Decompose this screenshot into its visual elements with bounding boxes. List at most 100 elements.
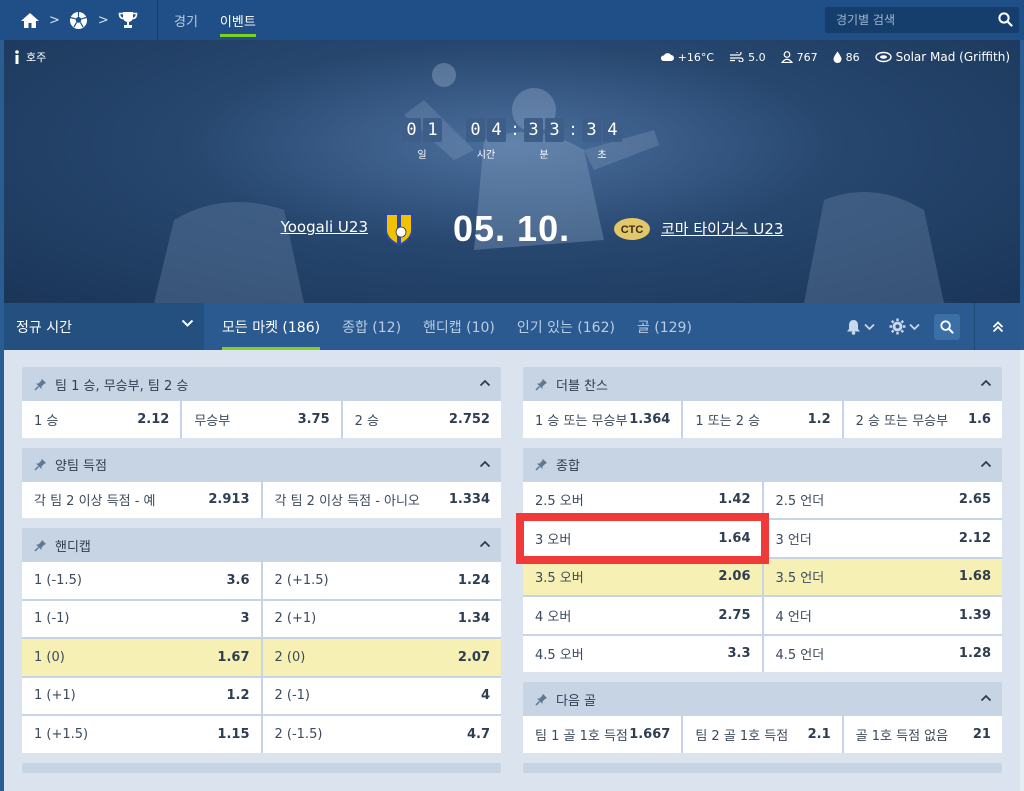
scrollbar[interactable]	[1020, 350, 1024, 791]
notifications-dropdown[interactable]	[846, 319, 875, 335]
market-header[interactable]: 양팀 득점	[22, 448, 501, 482]
odds-value: 4.7	[466, 726, 490, 742]
market-header[interactable]: 종합	[523, 448, 1002, 482]
home-icon[interactable]	[20, 10, 40, 30]
market-header[interactable]: 다음 골	[523, 682, 1002, 716]
collapse-all-button[interactable]	[974, 303, 1020, 350]
odds-button[interactable]: 1 (+1) 1.2	[22, 677, 261, 714]
market-header[interactable]: 더블 찬스	[523, 367, 1002, 401]
odds-button[interactable]: 1 승 또는 무승부 1.364	[523, 401, 682, 438]
odds-button[interactable]: 2.5 오버 1.42	[523, 481, 762, 518]
odds-button[interactable]: 2 (0) 2.07	[262, 639, 501, 676]
odds-button[interactable]: 팀 1 골 1호 득점 1.667	[523, 716, 682, 753]
countdown-separator: :	[511, 119, 519, 140]
countdown-label: 초	[597, 150, 607, 161]
countdown-digit: 0	[402, 118, 421, 142]
market-group: 핸디캡 1 (-1.5) 3.6 2 (+1.5) 1.24 1 (-1) 3 2 (+1) 1…	[22, 528, 501, 753]
top-navigation-bar: > > 경기 이벤트	[0, 0, 1024, 40]
search-icon	[940, 319, 954, 334]
odds-button[interactable]: 2 (-1.5) 4.7	[262, 716, 501, 753]
market-header[interactable]: 팀 1 승, 무승부, 팀 2 승	[22, 367, 501, 401]
odds-button[interactable]: 3.5 오버 2.06	[523, 558, 762, 595]
tab-goals[interactable]: 골 (129)	[637, 303, 692, 350]
market-group: 양팀 득점 각 팀 2 이상 득점 - 예 2.913 각 팀 2 이상 득점 - 아…	[22, 447, 501, 518]
odds-button[interactable]: 3 언더 2.12	[763, 520, 1002, 557]
odds-value: 3	[240, 611, 250, 627]
markets-left-column: 팀 1 승, 무승부, 팀 2 승 1 승 2.12 무승부 3.75 2 승 2.752 양…	[22, 367, 501, 773]
odds-button[interactable]: 2 (+1) 1.34	[262, 600, 501, 637]
odds-button[interactable]: 4.5 오버 3.3	[523, 635, 762, 672]
market-row: 3.5 오버 2.06 3.5 언더 1.68	[523, 558, 1002, 595]
odds-button[interactable]: 4 언더 1.39	[763, 597, 1002, 634]
next-market-header[interactable]	[22, 762, 501, 773]
countdown-label: 시간	[476, 150, 496, 161]
chevron-up-icon[interactable]	[479, 540, 491, 548]
odds-button[interactable]: 1 (-1.5) 3.6	[22, 562, 261, 599]
odds-button[interactable]: 3.5 언더 1.68	[763, 558, 1002, 595]
odds-button-selected[interactable]: 3 오버 1.64	[516, 513, 769, 564]
odds-button[interactable]: 팀 2 골 1호 득점 2.1	[683, 716, 842, 753]
chevron-up-icon[interactable]	[479, 379, 491, 387]
chevron-right-icon: >	[97, 12, 109, 28]
market-tools	[846, 303, 1020, 350]
pin-icon[interactable]	[34, 458, 47, 471]
pin-icon[interactable]	[34, 378, 47, 391]
tab-popular[interactable]: 인기 있는 (162)	[517, 303, 615, 350]
odds-button[interactable]: 4 오버 2.75	[523, 597, 762, 634]
odds-button[interactable]: 1 승 2.12	[22, 401, 181, 438]
market-search-button[interactable]	[934, 313, 960, 340]
chevron-down-icon	[181, 319, 194, 327]
search-icon[interactable]	[998, 12, 1013, 31]
tab-events[interactable]: 이벤트	[219, 0, 256, 40]
countdown-digit: 3	[524, 118, 543, 142]
next-market-header[interactable]	[523, 762, 1002, 773]
odds-button[interactable]: 각 팀 2 이상 득점 - 아니오 1.334	[262, 481, 501, 518]
market-group: 다음 골팀 1 골 1호 득점 1.667 팀 2 골 1호 득점 2.1 골 1호 득…	[523, 682, 1002, 753]
odds-button[interactable]: 1 또는 2 승 1.2	[683, 401, 842, 438]
odds-button[interactable]: 1 (+1.5) 1.15	[22, 716, 261, 753]
pin-icon[interactable]	[535, 378, 548, 391]
home-team-link[interactable]: Yoogali U23	[281, 218, 368, 236]
tab-totals[interactable]: 종합 (12)	[342, 303, 401, 350]
pin-icon[interactable]	[535, 693, 548, 706]
pin-icon[interactable]	[34, 539, 47, 552]
odds-label: 1 승	[34, 413, 59, 429]
countdown-digit: 0	[466, 118, 485, 142]
tab-matches[interactable]: 경기	[174, 0, 198, 40]
pin-icon[interactable]	[535, 458, 548, 471]
market-row: 1 (-1) 3 2 (+1) 1.34	[22, 600, 501, 637]
odds-button[interactable]: 4.5 언더 1.28	[763, 635, 1002, 672]
odds-button[interactable]: 골 1호 득점 없음 21	[843, 716, 1002, 753]
stadium-icon	[874, 51, 892, 63]
period-dropdown[interactable]: 정규 시간	[4, 303, 204, 350]
odds-button[interactable]: 1 (-1) 3	[22, 600, 261, 637]
odds-button[interactable]: 2 (-1) 4	[262, 677, 501, 714]
chevron-up-icon[interactable]	[980, 460, 992, 468]
chevron-up-icon[interactable]	[479, 460, 491, 468]
odds-label: 팀 1 골 1호 득점	[535, 728, 628, 744]
odds-label: 1 (+1.5)	[34, 726, 89, 742]
odds-button[interactable]: 2 승 2.752	[342, 401, 501, 438]
market-group: 종합 2.5 오버 1.42 2.5 언더 2.65 3 오버 1.64 3 언더 2.12 3.…	[516, 447, 1002, 672]
countdown-seconds: 3 4 초	[582, 118, 622, 161]
odds-button[interactable]: 무승부 3.75	[182, 401, 341, 438]
tab-handicap[interactable]: 핸디캡 (10)	[423, 303, 495, 350]
odds-button[interactable]: 2 (+1.5) 1.24	[262, 562, 501, 599]
tab-all-markets[interactable]: 모든 마켓 (186)	[222, 303, 321, 350]
chevron-up-icon[interactable]	[980, 694, 992, 702]
chevron-up-icon[interactable]	[980, 379, 992, 387]
wind: 5.0	[729, 51, 766, 64]
away-team-link[interactable]: 코마 타이거스 U23	[661, 218, 783, 239]
odds-button[interactable]: 각 팀 2 이상 득점 - 예 2.913	[22, 481, 261, 518]
odds-button[interactable]: 1 (0) 1.67	[22, 639, 261, 676]
countdown-digit: 1	[423, 118, 442, 142]
soccer-ball-icon[interactable]	[69, 10, 89, 30]
info-icon[interactable]	[14, 50, 20, 64]
odds-button[interactable]: 2.5 언더 2.65	[763, 481, 1002, 518]
countdown-timer: 0 1 일 0 4 시간 : 3 3 분 : 3 4 초	[4, 118, 1020, 161]
odds-button[interactable]: 2 승 또는 무승부 1.6	[843, 401, 1002, 438]
trophy-icon[interactable]	[118, 10, 138, 30]
market-header[interactable]: 핸디캡	[22, 528, 501, 562]
settings-dropdown[interactable]	[889, 318, 920, 335]
match-search-input[interactable]	[825, 13, 985, 27]
